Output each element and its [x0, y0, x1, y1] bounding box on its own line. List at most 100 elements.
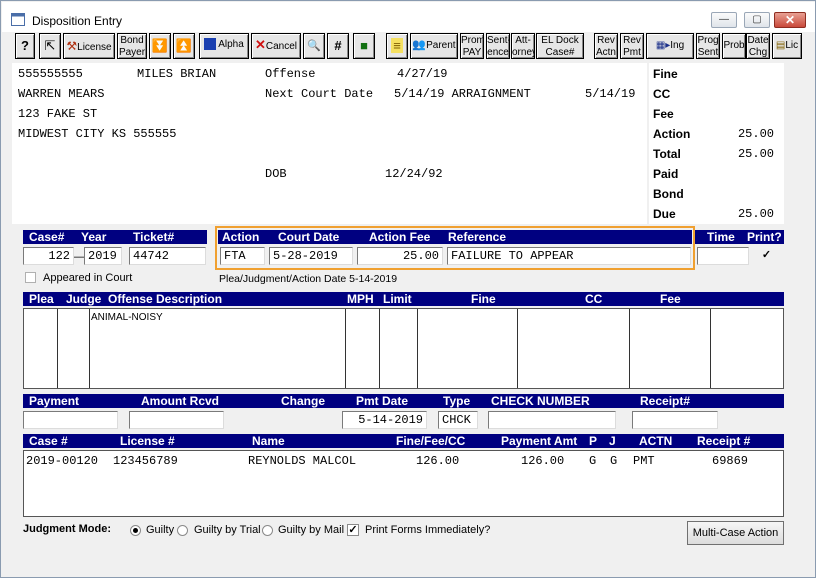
rev-pmt-label-1: Rev: [623, 35, 641, 46]
dob-value: 12/24/92: [385, 167, 443, 181]
prob-button[interactable]: Prob: [722, 33, 746, 59]
time-field[interactable]: [697, 247, 749, 265]
magnifier-icon: [204, 38, 217, 51]
bond-payer-label-2: Payer: [118, 47, 146, 58]
search-icon: 🔍: [307, 40, 321, 52]
prom-pay-button[interactable]: Prom PAY: [460, 33, 484, 59]
prog-sent-label-1: Prog: [697, 35, 719, 46]
address-city: MIDWEST CITY KS 555555: [18, 127, 177, 141]
save-button[interactable]: ■: [353, 33, 375, 59]
next-court-value: 5/14/19 ARRAIGNMENT: [394, 87, 531, 101]
payment-header-bar: Payment Amount Rcvd Change Pmt Date Type…: [23, 394, 784, 408]
attorney-name: WARREN MEARS: [18, 87, 105, 101]
offense-description-cell: ANIMAL-NOISY: [91, 312, 163, 323]
print-checkbox[interactable]: ✓: [760, 250, 773, 263]
guilty-label: Guilty: [146, 524, 175, 536]
grid-line: [710, 309, 711, 388]
license-col-header: License #: [120, 434, 175, 448]
appeared-in-court-label: Appeared in Court: [43, 272, 133, 284]
amount-rcvd-field[interactable]: [129, 411, 224, 429]
history-name: REYNOLDS MALCOL: [248, 454, 357, 468]
history-row[interactable]: 2019-00120 123456789 REYNOLDS MALCOL 126…: [24, 453, 783, 469]
check-number-field[interactable]: [488, 411, 616, 429]
history-case: 2019-00120: [26, 454, 99, 468]
people-icon: 👥: [412, 39, 427, 51]
maximize-button[interactable]: ▢: [744, 12, 770, 28]
ing-button[interactable]: ▦▸Ing: [646, 33, 694, 59]
rev-pmt-button[interactable]: Rev Pmt: [620, 33, 644, 59]
prom-pay-label-2: PAY: [462, 47, 482, 58]
address-street: 123 FAKE ST: [18, 107, 98, 121]
minimize-button[interactable]: —: [711, 12, 737, 28]
defendant-id: 555555555: [18, 67, 83, 81]
print-forms-checkbox[interactable]: ✓: [347, 524, 359, 536]
list-icon: ≡: [391, 38, 403, 53]
print-forms-label: Print Forms Immediately?: [365, 524, 491, 536]
expand-button[interactable]: ⇱: [39, 33, 61, 59]
guilty-by-mail-radio[interactable]: [262, 525, 273, 536]
paid-label: Paid: [653, 167, 679, 181]
parent-button[interactable]: 👥Parent: [410, 33, 458, 59]
date-chg-label-2: Chg: [748, 47, 768, 58]
payment-col-header: Payment: [29, 394, 80, 408]
date-chg-button[interactable]: Date Chg: [746, 33, 770, 59]
payment-history-list[interactable]: 2019-00120 123456789 REYNOLDS MALCOL 126…: [23, 450, 784, 517]
defendant-info-panel: 555555555 MILES BRIAN Offense 4/27/19 WA…: [12, 63, 647, 224]
ticket-field[interactable]: 44742: [129, 247, 206, 265]
grid-line: [379, 309, 380, 388]
plea-action-date: Plea/Judgment/Action Date 5-14-2019: [219, 273, 398, 285]
attorney-button[interactable]: Att-orney: [511, 33, 535, 59]
help-button[interactable]: ?: [15, 33, 35, 59]
save-icon: ■: [360, 38, 368, 53]
cancel-x-icon: ✕: [254, 37, 266, 52]
plea-grid[interactable]: ANIMAL-NOISY: [23, 308, 784, 389]
change-col-header: Change: [281, 394, 326, 408]
history-j: G: [610, 454, 618, 468]
window-title: Disposition Entry: [32, 14, 123, 28]
rev-actn-label-1: Rev: [597, 35, 615, 46]
guilty-radio[interactable]: [130, 525, 141, 536]
time-print-header-bar: Time Print?: [694, 230, 784, 244]
total-label: Total: [653, 147, 681, 161]
sentence-button[interactable]: Sent-ence: [486, 33, 510, 59]
cancel-button[interactable]: ✕Cancel: [251, 33, 301, 59]
el-dock-case-button[interactable]: EL Dock Case#: [536, 33, 584, 59]
offense-label: Offense: [265, 67, 316, 81]
pmt-date-field[interactable]: 5-14-2019: [342, 411, 427, 429]
close-button[interactable]: ✕: [774, 12, 806, 28]
plea-col-header: Plea: [29, 292, 54, 306]
time-col-header: Time: [707, 230, 735, 244]
guilty-by-trial-label: Guilty by Trial: [194, 524, 261, 536]
bond-payer-button[interactable]: Bond Payer: [117, 33, 147, 59]
case-number-field[interactable]: 122: [23, 247, 74, 265]
move-down-button[interactable]: ⏬: [149, 33, 171, 59]
search-button[interactable]: 🔍: [303, 33, 325, 59]
history-header-bar: Case # License # Name Fine/Fee/CC Paymen…: [23, 434, 784, 448]
license-button[interactable]: ⚒License: [63, 33, 115, 59]
number-button[interactable]: #: [327, 33, 349, 59]
minimize-icon: —: [719, 14, 729, 25]
lic-button[interactable]: ▤Lic: [772, 33, 802, 59]
guilty-by-trial-radio[interactable]: [177, 525, 188, 536]
license-label: License: [77, 42, 112, 53]
appeared-in-court-checkbox[interactable]: [25, 272, 36, 283]
defendant-name: MILES BRIAN: [137, 67, 217, 81]
dob-label: DOB: [265, 167, 287, 181]
guilty-by-mail-label: Guilty by Mail: [278, 524, 345, 536]
hash-icon: #: [334, 38, 342, 53]
bond-payer-label-1: Bond: [120, 35, 144, 46]
rev-actn-button[interactable]: Rev Actn: [594, 33, 618, 59]
list-button[interactable]: ≡: [386, 33, 408, 59]
move-up-button[interactable]: ⏫: [173, 33, 195, 59]
action-amount: 25.00: [737, 127, 774, 141]
payment-field[interactable]: [23, 411, 118, 429]
year-field[interactable]: 2019: [84, 247, 122, 265]
receipt-field[interactable]: [632, 411, 718, 429]
help-icon: ?: [21, 38, 29, 53]
history-license: 123456789: [113, 454, 178, 468]
alpha-button[interactable]: Alpha: [199, 33, 249, 59]
prog-sent-button[interactable]: Prog Sent: [696, 33, 720, 59]
multi-case-action-button[interactable]: Multi-Case Action: [687, 521, 784, 545]
type-field[interactable]: CHCK: [438, 411, 478, 429]
receipt-col-header: Receipt#: [640, 394, 691, 408]
